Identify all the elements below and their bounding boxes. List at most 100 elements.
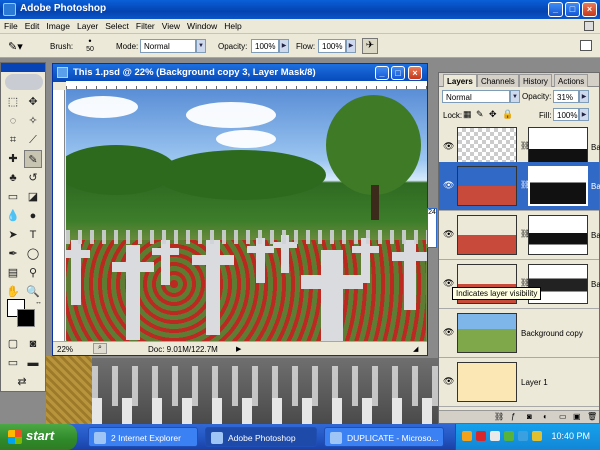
marquee-tool-icon[interactable]: ⬚ (4, 93, 22, 111)
horizontal-ruler[interactable] (66, 81, 427, 90)
new-layer-icon[interactable]: ▣ (573, 412, 581, 421)
jump-to-imageready-icon[interactable]: ⇄ (13, 373, 31, 391)
flow-input[interactable]: 100% (318, 39, 346, 53)
fill-arrow[interactable]: ▶ (579, 108, 589, 121)
eye-icon[interactable]: 👁 (443, 376, 454, 386)
move-tool-icon[interactable]: ✥ (24, 93, 42, 111)
menu-edit[interactable]: Edit (21, 19, 43, 31)
background-color-swatch[interactable] (17, 309, 35, 327)
image-canvas[interactable] (66, 90, 427, 341)
menu-view[interactable]: View (158, 19, 183, 31)
add-mask-icon[interactable]: ◙ (527, 412, 532, 421)
maximize-button[interactable]: □ (565, 2, 580, 17)
tab-layers[interactable]: Layers (443, 74, 477, 87)
document-title-bar[interactable]: This 1.psd @ 22% (Background copy 3, Lay… (53, 64, 427, 82)
resize-grip-icon[interactable]: ◢ (413, 345, 418, 353)
slice-tool-icon[interactable]: ⟋ (24, 131, 42, 149)
healing-brush-icon[interactable]: ✚ (4, 150, 22, 168)
chevron-down-icon[interactable]: ▼ (196, 39, 206, 53)
tab-channels[interactable]: Channels (477, 74, 519, 87)
layer-opacity-arrow[interactable]: ▶ (579, 90, 589, 103)
blend-mode-select[interactable]: Normal (442, 90, 510, 103)
tray-icon[interactable] (518, 431, 528, 441)
menu-layer[interactable]: Layer (73, 19, 101, 31)
toolbox-caption[interactable] (1, 63, 45, 72)
type-tool-icon[interactable]: T (24, 226, 42, 244)
quick-mask-icon[interactable]: ◙ (24, 335, 42, 353)
pen-tool-icon[interactable]: ✒ (4, 245, 22, 263)
lock-image-icon[interactable]: ✎ (476, 109, 484, 120)
path-selection-icon[interactable]: ➤ (4, 226, 22, 244)
brush-tool-icon[interactable]: ✎ (24, 150, 42, 168)
brush-tool-preset-icon[interactable]: ✎▾ (8, 40, 38, 54)
layer-style-icon[interactable]: ƒ (511, 412, 515, 421)
flow-slider-arrow[interactable]: ▶ (346, 39, 356, 53)
tray-icon[interactable] (532, 431, 542, 441)
close-button[interactable]: × (582, 2, 597, 17)
start-button[interactable]: start (0, 424, 77, 450)
status-menu-arrow-icon[interactable]: ▶ (236, 345, 241, 353)
dodge-tool-icon[interactable]: ● (24, 207, 42, 225)
menu-help[interactable]: Help (220, 19, 244, 31)
minimize-button[interactable]: _ (548, 2, 563, 17)
menu-select[interactable]: Select (101, 19, 132, 31)
mode-select[interactable]: Normal (140, 39, 196, 53)
doc-maximize-button[interactable]: □ (391, 66, 405, 80)
crop-tool-icon[interactable]: ⌗ (4, 131, 22, 149)
layer-row[interactable]: 👁 ⛓ Ba (439, 260, 600, 309)
layer-opacity-input[interactable]: 31% (553, 90, 579, 103)
menu-image[interactable]: Image (42, 19, 73, 31)
history-brush-icon[interactable]: ↺ (24, 169, 42, 187)
lock-transparency-icon[interactable]: ▦ (463, 109, 472, 120)
layer-row[interactable]: 👁 ⛓ Ba (439, 211, 600, 260)
standard-mode-icon[interactable]: ▢ (4, 335, 22, 353)
paint-bucket-icon[interactable]: ◪ (24, 188, 42, 206)
menu-window[interactable]: Window (183, 19, 220, 31)
task-photoshop[interactable]: Adobe Photoshop (205, 427, 317, 447)
menu-file[interactable]: File (0, 19, 21, 31)
adjustment-layer-icon[interactable]: ◐ (543, 412, 548, 421)
magic-wand-icon[interactable]: ✧ (24, 112, 42, 130)
eye-icon[interactable]: 👁 (443, 229, 454, 239)
tab-actions[interactable]: Actions (554, 74, 589, 87)
blur-tool-icon[interactable]: 💧 (4, 207, 22, 225)
task-duplicate-document[interactable]: DUPLICATE - Microso... (324, 427, 444, 447)
lock-all-icon[interactable]: 🔒 (502, 109, 513, 120)
layer-row[interactable]: 👁 Background copy (439, 309, 599, 358)
layer-mask-thumbnail[interactable] (528, 215, 588, 255)
screen-mode-standard-icon[interactable]: ▭ (4, 354, 22, 372)
lock-position-icon[interactable]: ✥ (489, 109, 497, 120)
status-options-icon[interactable]: ⌕ (93, 343, 107, 354)
swap-colors-icon[interactable]: ↔ (35, 299, 43, 307)
palette-well-icon[interactable] (580, 40, 592, 51)
shape-tool-icon[interactable]: ◯ (24, 245, 42, 263)
eye-icon[interactable]: 👁 (443, 327, 454, 337)
layer-row[interactable]: 👁 Layer 1 (439, 358, 599, 407)
brush-size-picker[interactable]: • 50 (82, 37, 98, 55)
tray-icon[interactable] (476, 431, 486, 441)
screen-mode-full-icon[interactable]: ▬ (24, 354, 42, 372)
layer-mask-thumbnail[interactable] (528, 166, 588, 206)
eye-icon[interactable]: 👁 (443, 141, 454, 151)
layer-row-selected[interactable]: 👁 ⛓ Ba (439, 162, 600, 211)
airbrush-icon[interactable]: ✈ (362, 38, 378, 54)
tab-history[interactable]: History (519, 74, 552, 87)
tray-icon[interactable] (462, 431, 472, 441)
lasso-tool-icon[interactable]: ◌ (4, 112, 22, 130)
new-group-icon[interactable]: ▭ (559, 412, 567, 421)
trash-icon[interactable]: 🗑 (587, 412, 597, 421)
feather-logo[interactable] (5, 74, 43, 90)
clone-stamp-icon[interactable]: ♣ (4, 169, 22, 187)
opacity-input[interactable]: 100% (251, 39, 279, 53)
vertical-ruler[interactable] (53, 90, 65, 341)
doc-minimize-button[interactable]: _ (375, 66, 389, 80)
eraser-tool-icon[interactable]: ▭ (4, 188, 22, 206)
menu-filter[interactable]: Filter (132, 19, 158, 31)
eyedropper-icon[interactable]: ⚲ (24, 264, 42, 282)
tray-icon[interactable] (490, 431, 500, 441)
zoom-level[interactable]: 22% (57, 345, 73, 354)
clock[interactable]: 10:40 PM (551, 431, 590, 441)
doc-close-button[interactable]: × (408, 66, 422, 80)
chevron-down-icon[interactable]: ▼ (510, 90, 520, 103)
fill-input[interactable]: 100% (553, 108, 579, 121)
